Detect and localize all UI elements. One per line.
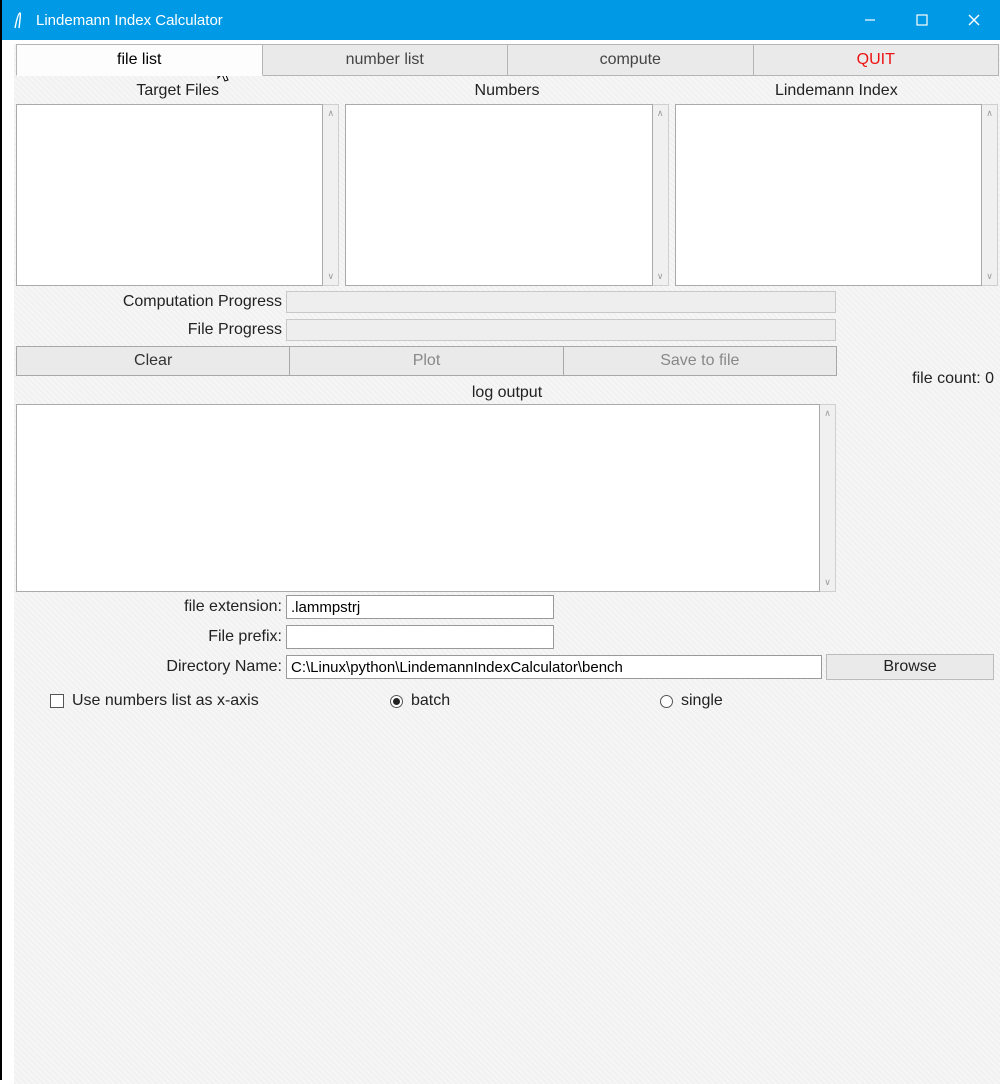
close-button[interactable] (948, 0, 1000, 40)
file-prefix-input[interactable] (286, 625, 554, 649)
scroll-down-icon: ∨ (328, 271, 335, 282)
scroll-up-icon: ∧ (824, 408, 831, 419)
checkbox-icon (50, 694, 64, 708)
computation-progress-bar (286, 291, 836, 313)
log-output-label: log output (14, 378, 1000, 404)
file-extension-input[interactable] (286, 595, 554, 619)
tab-number-list[interactable]: number list (262, 44, 509, 76)
file-prefix-label: File prefix: (16, 628, 286, 646)
file-progress-label: File Progress (16, 321, 286, 339)
radio-icon (390, 695, 403, 708)
browse-button[interactable]: Browse (826, 654, 994, 680)
target-files-label: Target Files (16, 78, 339, 104)
plot-button[interactable]: Plot (289, 346, 563, 376)
file-progress-bar (286, 319, 836, 341)
tab-quit[interactable]: QUIT (753, 44, 1000, 76)
tab-row: file list number list compute QUIT (14, 44, 1000, 76)
use-numbers-xaxis-label: Use numbers list as x-axis (72, 692, 259, 710)
log-scrollbar[interactable]: ∧ ∨ (820, 404, 836, 592)
app-icon (12, 11, 28, 29)
title-bar: Lindemann Index Calculator (2, 0, 1000, 40)
clear-button[interactable]: Clear (16, 346, 290, 376)
minimize-button[interactable] (844, 0, 896, 40)
batch-label: batch (411, 692, 450, 710)
numbers-label: Numbers (345, 78, 668, 104)
numbers-scrollbar[interactable]: ∧ ∨ (653, 104, 669, 286)
scroll-down-icon: ∨ (824, 577, 831, 588)
directory-name-label: Directory Name: (16, 658, 286, 676)
scroll-up-icon: ∧ (328, 108, 335, 119)
file-count-label: file count: 0 (912, 370, 994, 388)
directory-name-input[interactable] (286, 655, 822, 679)
log-output-textbox[interactable] (16, 404, 820, 592)
lindemann-scrollbar[interactable]: ∧ ∨ (982, 104, 998, 286)
save-to-file-button[interactable]: Save to file (563, 346, 837, 376)
file-extension-label: file extension: (16, 598, 286, 616)
target-files-listbox[interactable] (16, 104, 323, 286)
target-files-scrollbar[interactable]: ∧ ∨ (323, 104, 339, 286)
single-label: single (681, 692, 723, 710)
scroll-down-icon: ∨ (986, 271, 993, 282)
scroll-down-icon: ∨ (657, 271, 664, 282)
tab-file-list[interactable]: file list (16, 44, 263, 76)
lindemann-index-label: Lindemann Index (675, 78, 998, 104)
numbers-listbox[interactable] (345, 104, 652, 286)
window-title: Lindemann Index Calculator (36, 12, 223, 29)
batch-radio[interactable]: batch (390, 692, 660, 710)
maximize-button[interactable] (896, 0, 948, 40)
lindemann-index-listbox[interactable] (675, 104, 982, 286)
use-numbers-xaxis-checkbox[interactable]: Use numbers list as x-axis (50, 692, 390, 710)
tab-compute[interactable]: compute (507, 44, 754, 76)
radio-icon (660, 695, 673, 708)
single-radio[interactable]: single (660, 692, 930, 710)
scroll-up-icon: ∧ (986, 108, 993, 119)
scroll-up-icon: ∧ (657, 108, 664, 119)
computation-progress-label: Computation Progress (16, 293, 286, 311)
